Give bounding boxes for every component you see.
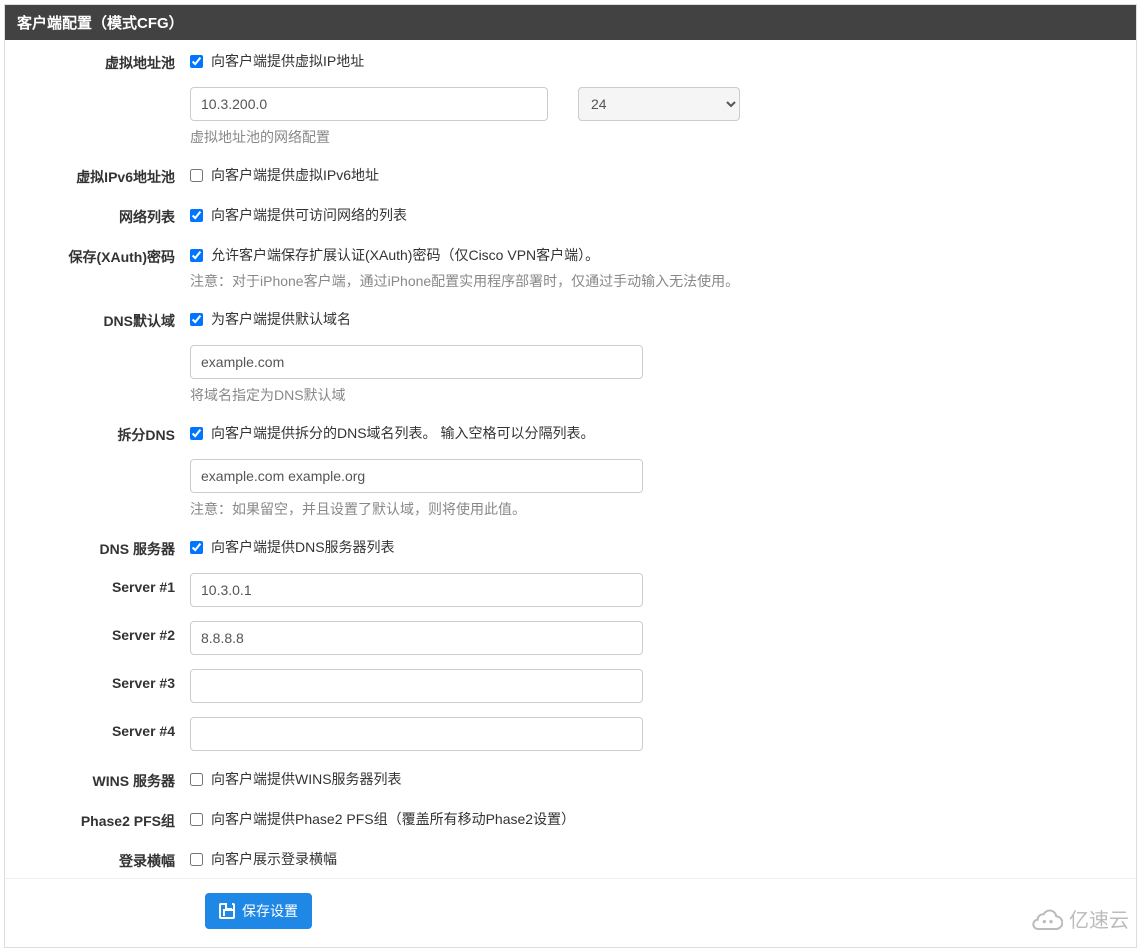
panel: 客户端配置（模式CFG） 虚拟地址池 向客户端提供虚拟IP地址 24 虚拟地址池… [4,4,1137,948]
dns-servers-check-label: 向客户端提供DNS服务器列表 [211,537,395,557]
dns-servers-label: DNS 服务器 [5,533,190,559]
server2-label: Server #2 [5,621,190,643]
virtual-ipv6-label: 虚拟IPv6地址池 [5,161,190,187]
login-banner-label: 登录横幅 [5,845,190,871]
virtual-ipv6-checkbox[interactable] [190,169,203,182]
wins-checkbox[interactable] [190,773,203,786]
split-dns-check-label: 向客户端提供拆分的DNS域名列表。 输入空格可以分隔列表。 [211,423,594,443]
split-dns-input[interactable] [190,459,643,493]
virtual-ipv6-check-label: 向客户端提供虚拟IPv6地址 [211,165,379,185]
server4-input[interactable] [190,717,643,751]
network-list-checkbox[interactable] [190,209,203,222]
login-banner-checkbox[interactable] [190,853,203,866]
dns-default-hint: 将域名指定为DNS默认域 [190,385,1121,405]
dns-default-input[interactable] [190,345,643,379]
split-dns-checkbox[interactable] [190,427,203,440]
dns-default-checkbox[interactable] [190,313,203,326]
wins-check-label: 向客户端提供WINS服务器列表 [211,769,402,789]
virtual-pool-ip-input[interactable] [190,87,548,121]
pfs-checkbox[interactable] [190,813,203,826]
save-button-label: 保存设置 [242,901,298,921]
server3-label: Server #3 [5,669,190,691]
xauth-check-label: 允许客户端保存扩展认证(XAuth)密码（仅Cisco VPN客户端）。 [211,245,599,265]
xauth-label: 保存(XAuth)密码 [5,241,190,267]
network-list-check-label: 向客户端提供可访问网络的列表 [211,205,407,225]
save-button[interactable]: 保存设置 [205,893,312,929]
split-dns-label: 拆分DNS [5,419,190,445]
server3-input[interactable] [190,669,643,703]
virtual-pool-label: 虚拟地址池 [5,47,190,73]
server1-label: Server #1 [5,573,190,595]
server4-label: Server #4 [5,717,190,739]
xauth-hint: 注意：对于iPhone客户端，通过iPhone配置实用程序部署时，仅通过手动输入… [190,271,1121,291]
wins-label: WINS 服务器 [5,765,190,791]
panel-header: 客户端配置（模式CFG） [5,5,1136,40]
xauth-checkbox[interactable] [190,249,203,262]
login-banner-check-label: 向客户展示登录横幅 [211,849,337,869]
dns-default-label: DNS默认域 [5,305,190,331]
save-icon [219,903,235,919]
server2-input[interactable] [190,621,643,655]
virtual-pool-hint: 虚拟地址池的网络配置 [190,127,1121,147]
virtual-pool-checkbox[interactable] [190,55,203,68]
pfs-check-label: 向客户端提供Phase2 PFS组（覆盖所有移动Phase2设置） [211,809,575,829]
server1-input[interactable] [190,573,643,607]
dns-default-check-label: 为客户端提供默认域名 [211,309,351,329]
dns-servers-checkbox[interactable] [190,541,203,554]
split-dns-hint: 注意：如果留空，并且设置了默认域，则将使用此值。 [190,499,1121,519]
virtual-pool-mask-select[interactable]: 24 [578,87,740,121]
virtual-pool-check-label: 向客户端提供虚拟IP地址 [211,51,364,71]
network-list-label: 网络列表 [5,201,190,227]
pfs-label: Phase2 PFS组 [5,805,190,831]
